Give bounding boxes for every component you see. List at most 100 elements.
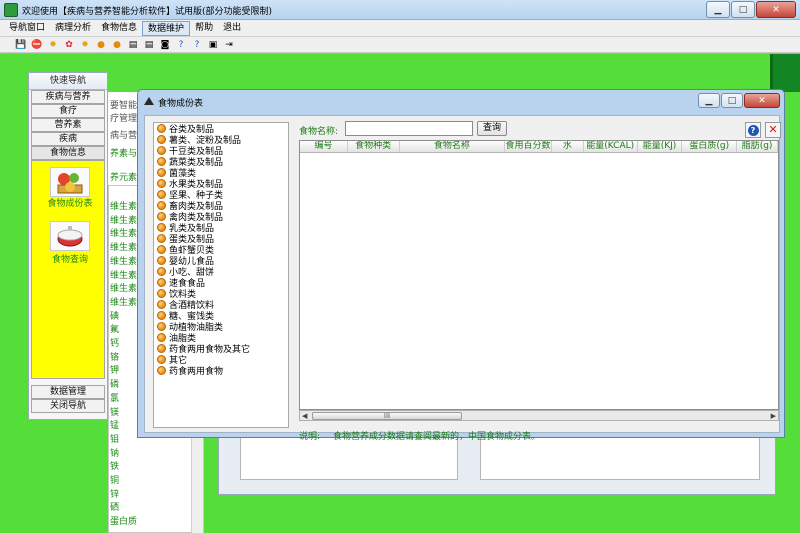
menu-food-info[interactable]: 食物信息 bbox=[96, 21, 142, 36]
orange-icon bbox=[157, 212, 166, 221]
help-icon: ? bbox=[747, 124, 759, 136]
nutrient-item[interactable]: 铁 bbox=[110, 459, 119, 472]
tree-item[interactable]: 药食两用食物 bbox=[154, 365, 288, 377]
help-button[interactable]: ? bbox=[745, 122, 761, 138]
nutrient-item[interactable]: 锌 bbox=[110, 487, 119, 500]
grid-horizontal-scrollbar[interactable]: ◀ III ▶ bbox=[299, 410, 779, 421]
menu-pathology[interactable]: 病理分析 bbox=[50, 21, 96, 36]
nutrient-item[interactable]: 锰 bbox=[110, 418, 119, 431]
dialog-body: 谷类及制品 薯类、淀粉及制品 干豆类及制品 蔬菜类及制品 菌藻类 水果类及制品 坚果、种子类… bbox=[144, 115, 781, 442]
food-query-label[interactable]: 食物查询 bbox=[32, 255, 108, 266]
scroll-right-icon[interactable]: ▶ bbox=[771, 412, 776, 420]
nutrient-item[interactable]: 维生素 bbox=[110, 213, 137, 226]
col-water[interactable]: 水 bbox=[552, 141, 584, 152]
col-energy-kcal[interactable]: 能量(KCAL) bbox=[584, 141, 638, 152]
save-icon[interactable]: 💾 bbox=[14, 38, 28, 51]
nutrient-item[interactable]: 氟 bbox=[110, 322, 119, 335]
toolbar: 💾 ⛔ ✸ ✿ ✸ ● ● ▤ ▤ ◙ ? ? ▣ ⇥ bbox=[0, 37, 800, 53]
app-titlebar: 欢迎使用【疾病与营养智能分析软件】试用版(部分功能受限制) ▁ □ ✕ bbox=[0, 0, 800, 20]
menu-help[interactable]: 帮助 bbox=[190, 21, 218, 36]
orange-icon bbox=[157, 124, 166, 133]
exit-icon[interactable]: ⇥ bbox=[222, 38, 236, 51]
nutrient-item[interactable]: 硒 bbox=[110, 500, 119, 513]
nutrient-item[interactable]: 钾 bbox=[110, 363, 119, 376]
orange-icon bbox=[157, 366, 166, 375]
scroll-left-icon[interactable]: ◀ bbox=[302, 412, 307, 420]
orange-icon bbox=[157, 146, 166, 155]
dialog-app-icon bbox=[144, 97, 154, 105]
delete-button[interactable]: ✕ bbox=[765, 122, 781, 138]
nutrient-item[interactable]: 氯 bbox=[110, 391, 119, 404]
nav-disease-nutrition[interactable]: 疾病与营养 bbox=[31, 90, 105, 104]
nutrient-item[interactable]: 维生素 bbox=[110, 281, 137, 294]
col-energy-kj[interactable]: 能量(KJ) bbox=[638, 141, 683, 152]
star-icon[interactable]: ✸ bbox=[78, 38, 92, 51]
help-icon[interactable]: ? bbox=[190, 38, 204, 51]
nutrient-item[interactable]: 维生素 bbox=[110, 199, 137, 212]
menu-exit[interactable]: 退出 bbox=[218, 21, 246, 36]
nav-close[interactable]: 关闭导航 bbox=[31, 399, 105, 413]
orange-icon bbox=[157, 135, 166, 144]
food-table-label[interactable]: 食物成份表 bbox=[32, 199, 108, 210]
menu-data-maintenance[interactable]: 数据维护 bbox=[142, 20, 191, 36]
nutrient-item[interactable]: 镁 bbox=[110, 405, 119, 418]
col-protein[interactable]: 蛋白质(g) bbox=[682, 141, 738, 152]
nav-nutrients[interactable]: 营养素 bbox=[31, 118, 105, 132]
note-text: 食物营养成分数据请查阅最新的，中国食物成分表。 bbox=[333, 432, 541, 442]
workspace-accent bbox=[773, 54, 800, 92]
app-title: 欢迎使用【疾病与营养智能分析软件】试用版(部分功能受限制) bbox=[22, 7, 273, 17]
nutrient-item[interactable]: 钼 bbox=[110, 432, 119, 445]
help-icon[interactable]: ? bbox=[174, 38, 188, 51]
book-icon[interactable]: ▤ bbox=[142, 38, 156, 51]
nutrient-item[interactable]: 磷 bbox=[110, 377, 119, 390]
scroll-thumb[interactable]: III bbox=[312, 412, 462, 420]
nutrient-item[interactable]: 钙 bbox=[110, 336, 119, 349]
dialog-window-controls: ▁ □ ✕ bbox=[698, 93, 780, 108]
orange-icon bbox=[157, 300, 166, 309]
col-food-name[interactable]: 食物名称 bbox=[400, 141, 506, 152]
nutrient-item[interactable]: 维生素 bbox=[110, 254, 137, 267]
close-button[interactable]: ✕ bbox=[756, 1, 796, 18]
food-query-icon[interactable] bbox=[50, 221, 90, 251]
fruit-icon[interactable]: ● bbox=[94, 38, 108, 51]
background-label: 养元素 bbox=[110, 173, 138, 183]
col-fat[interactable]: 脂肪(g) bbox=[737, 141, 778, 152]
nutrient-item[interactable]: 维生素 bbox=[110, 240, 137, 253]
dialog-maximize-button[interactable]: □ bbox=[721, 93, 743, 108]
minimize-button[interactable]: ▁ bbox=[706, 1, 730, 18]
menu-nav-window[interactable]: 导航窗口 bbox=[4, 21, 50, 36]
maximize-button[interactable]: □ bbox=[731, 1, 755, 18]
book-icon[interactable]: ▤ bbox=[126, 38, 140, 51]
nutrient-item[interactable]: 铜 bbox=[110, 473, 119, 486]
nutrient-item[interactable]: 维生素 bbox=[110, 226, 137, 239]
dialog-close-button[interactable]: ✕ bbox=[744, 93, 780, 108]
star-icon[interactable]: ✸ bbox=[46, 38, 60, 51]
nutrient-item[interactable]: 维生素 bbox=[110, 295, 137, 308]
nutrient-item[interactable]: 铬 bbox=[110, 350, 119, 363]
flower-icon[interactable]: ✿ bbox=[62, 38, 76, 51]
col-edible-percent[interactable]: 食用百分数 bbox=[505, 141, 552, 152]
stop-icon[interactable]: ⛔ bbox=[30, 38, 44, 51]
camera-icon[interactable]: ◙ bbox=[158, 38, 172, 51]
window-controls: ▁ □ ✕ bbox=[706, 1, 796, 18]
dialog-minimize-button[interactable]: ▁ bbox=[698, 93, 720, 108]
query-button[interactable]: 查询 bbox=[477, 121, 507, 136]
tree-item-label: 药食两用食物 bbox=[169, 367, 224, 377]
col-food-type[interactable]: 食物种类 bbox=[348, 141, 400, 152]
nav-food-info[interactable]: 食物信息 bbox=[31, 146, 105, 160]
nutrient-item[interactable]: 碘 bbox=[110, 309, 119, 322]
nav-diseases[interactable]: 疾病 bbox=[31, 132, 105, 146]
food-table-icon[interactable] bbox=[50, 167, 90, 197]
nutrient-item[interactable]: 钠 bbox=[110, 446, 119, 459]
food-name-input[interactable] bbox=[345, 121, 473, 136]
col-id[interactable]: 编号 bbox=[300, 141, 348, 152]
nav-diet-therapy[interactable]: 食疗 bbox=[31, 104, 105, 118]
food-data-grid: 编号 食物种类 食物名称 食用百分数 水 能量(KCAL) 能量(KJ) 蛋白质… bbox=[299, 140, 779, 410]
orange-icon bbox=[157, 344, 166, 353]
window-icon[interactable]: ▣ bbox=[206, 38, 220, 51]
nutrient-item[interactable]: 维生素 bbox=[110, 268, 137, 281]
orange-icon bbox=[157, 245, 166, 254]
nav-data-management[interactable]: 数据管理 bbox=[31, 385, 105, 399]
fruit-icon[interactable]: ● bbox=[110, 38, 124, 51]
nutrient-item[interactable]: 蛋白质 bbox=[110, 514, 137, 527]
